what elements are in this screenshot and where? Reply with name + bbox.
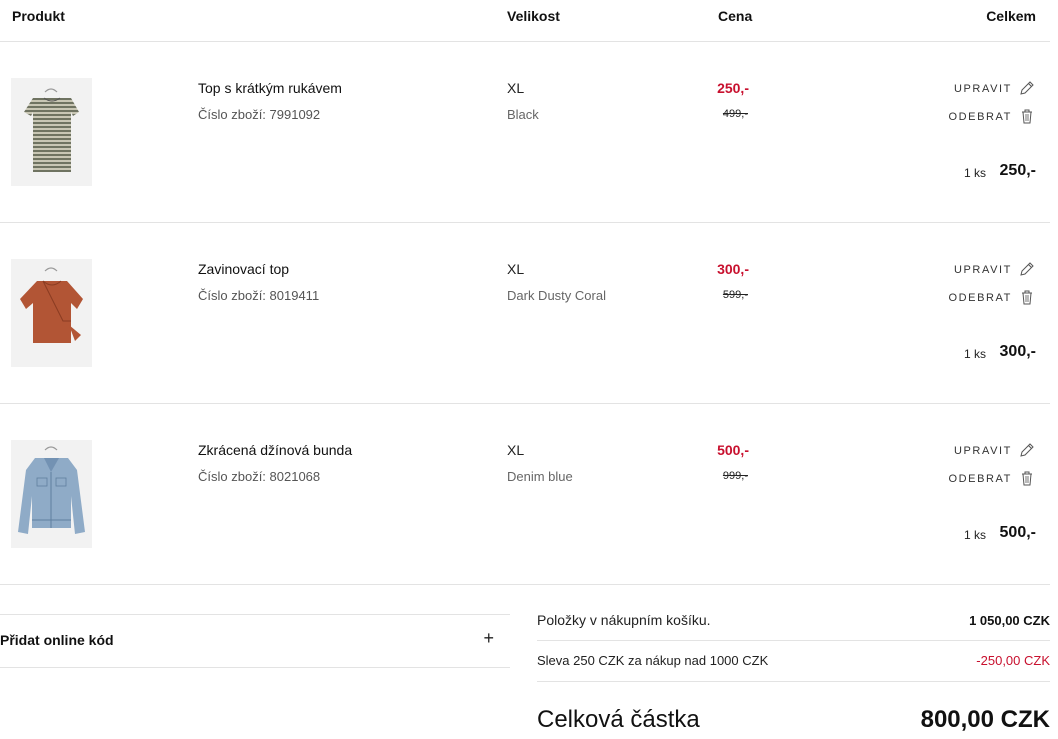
original-price: 599,- [722, 289, 748, 301]
product-code: Číslo zboží: 8019411 [198, 288, 320, 303]
summary-divider [537, 681, 1050, 682]
trash-icon[interactable] [1019, 108, 1035, 124]
edit-button[interactable]: UPRAVIT [954, 445, 1012, 457]
sale-price: 300,- [717, 261, 749, 277]
quantity: 1 ks [963, 166, 986, 180]
column-header-product: Produkt [12, 8, 65, 24]
product-image[interactable] [11, 78, 92, 186]
product-name[interactable]: Zavinovací top [198, 261, 289, 277]
striped-tshirt-icon [24, 88, 79, 172]
summary-items-row: Položky v nákupním košíku. 1 050,00 CZK [537, 612, 1050, 640]
column-header-total: Celkem [986, 8, 1036, 24]
column-header-size: Velikost [507, 8, 560, 24]
plus-icon[interactable]: + [483, 628, 494, 649]
items-bottom-divider [0, 584, 1050, 585]
product-size: XL [507, 442, 525, 458]
line-total: 300,- [999, 343, 1036, 360]
summary-items-value: 1 050,00 CZK [969, 613, 1050, 628]
pencil-icon[interactable] [1019, 80, 1035, 96]
product-name[interactable]: Zkrácená džínová bunda [198, 442, 352, 458]
cart-item: Top s krátkým rukávem Číslo zboží: 79910… [0, 42, 1050, 223]
product-image[interactable] [11, 259, 92, 367]
original-price: 999,- [722, 470, 748, 482]
original-price: 499,- [722, 108, 748, 120]
summary-discount-label: Sleva 250 CZK za nákup nad 1000 CZK [537, 653, 769, 668]
product-name[interactable]: Top s krátkým rukávem [198, 80, 342, 96]
sale-price: 500,- [717, 442, 749, 458]
denim-jacket-icon [18, 446, 85, 534]
grand-total-label: Celková částka [537, 706, 700, 733]
cart-item: Zavinovací top Číslo zboží: 8019411 XL D… [0, 223, 1050, 404]
summary-divider [537, 640, 1050, 641]
remove-button[interactable]: ODEBRAT [948, 111, 1012, 123]
remove-button[interactable]: ODEBRAT [948, 473, 1012, 485]
summary-discount-row: Sleva 250 CZK za nákup nad 1000 CZK -250… [537, 653, 1050, 681]
promo-code-toggle[interactable]: Přidat online kód + [0, 614, 510, 668]
product-image[interactable] [11, 440, 92, 548]
line-total: 500,- [999, 524, 1036, 541]
product-size: XL [507, 261, 525, 277]
edit-button[interactable]: UPRAVIT [954, 264, 1012, 276]
pencil-icon[interactable] [1019, 261, 1035, 277]
sale-price: 250,- [717, 80, 749, 96]
product-color: Dark Dusty Coral [507, 288, 606, 303]
summary-items-label: Položky v nákupním košíku. [537, 612, 711, 628]
product-color: Black [507, 107, 539, 122]
summary-discount-value: -250,00 CZK [976, 653, 1050, 668]
trash-icon[interactable] [1019, 289, 1035, 305]
product-code: Číslo zboží: 7991092 [198, 107, 321, 122]
cart-item: Zkrácená džínová bunda Číslo zboží: 8021… [0, 404, 1050, 585]
grand-total-value: 800,00 CZK [920, 706, 1050, 733]
product-color: Denim blue [507, 469, 573, 484]
edit-button[interactable]: UPRAVIT [954, 83, 1012, 95]
trash-icon[interactable] [1019, 470, 1035, 486]
quantity: 1 ks [963, 528, 986, 542]
quantity: 1 ks [963, 347, 986, 361]
summary-grand-row: Celková částka 800,00 CZK [537, 706, 1050, 738]
column-header-price: Cena [718, 8, 753, 24]
remove-button[interactable]: ODEBRAT [948, 292, 1012, 304]
wrap-top-icon [20, 267, 83, 343]
promo-code-label: Přidat online kód [0, 632, 114, 648]
line-total: 250,- [999, 162, 1036, 179]
pencil-icon[interactable] [1019, 442, 1035, 458]
product-code: Číslo zboží: 8021068 [198, 469, 321, 484]
product-size: XL [507, 80, 525, 96]
